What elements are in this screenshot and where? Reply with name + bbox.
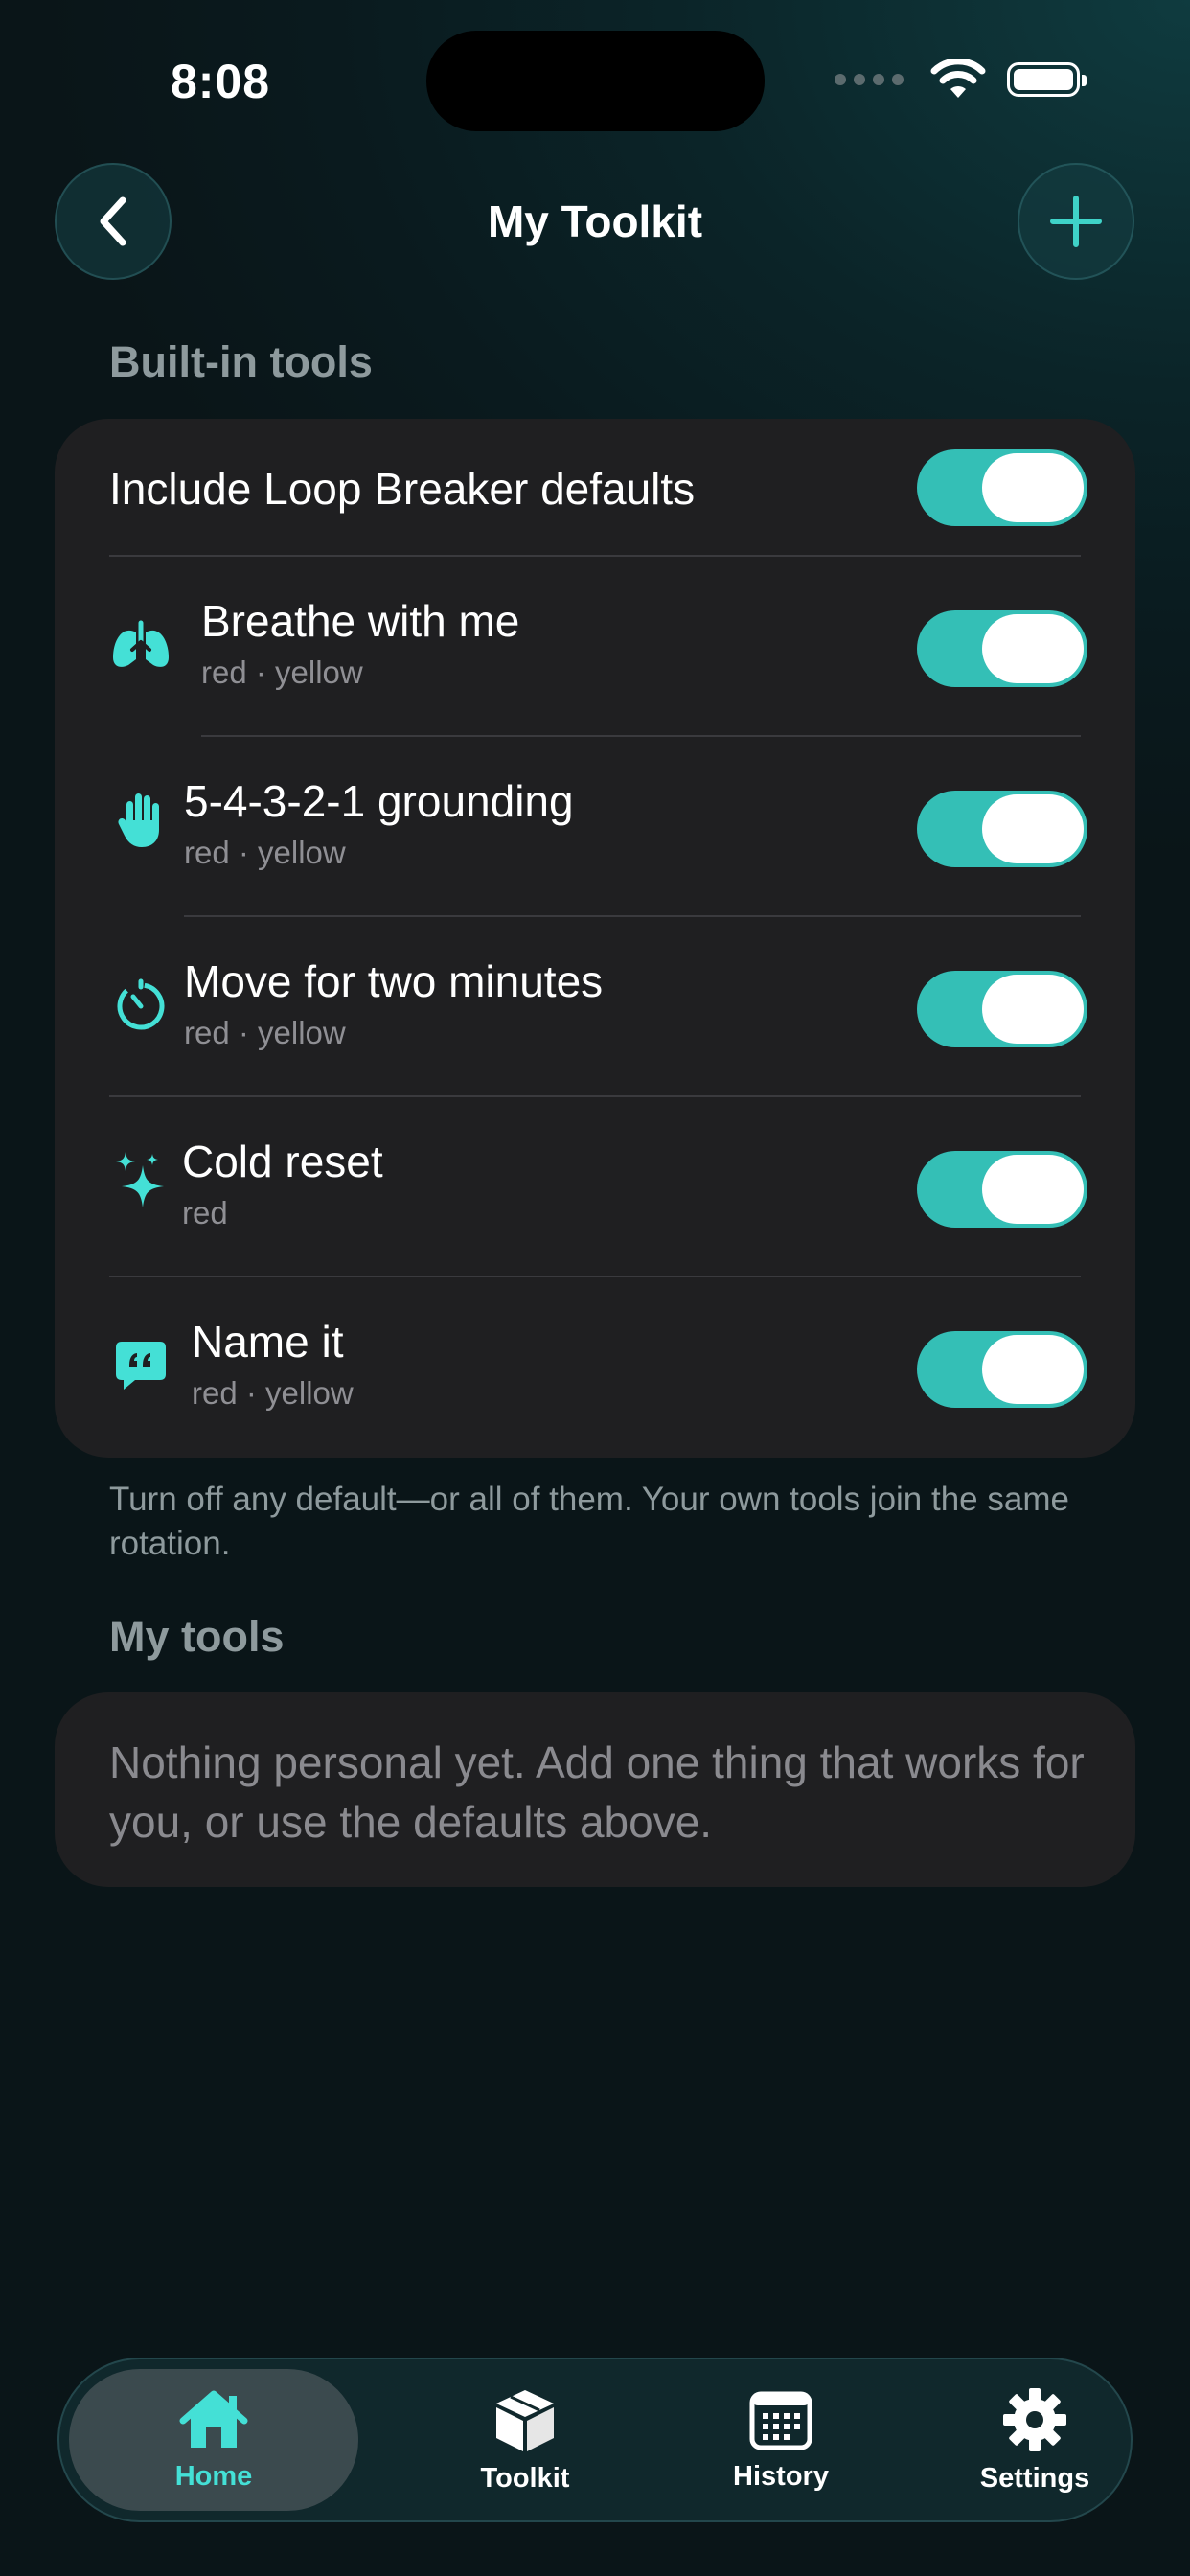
builtin-tools-card: Include Loop Breaker defaults Breathe wi… [55, 419, 1135, 1458]
builtin-section-title: Built-in tools [109, 337, 373, 386]
sparkle-icon [109, 1147, 172, 1210]
tab-label: Toolkit [480, 2462, 570, 2494]
tab-home[interactable]: Home [69, 2369, 358, 2511]
tab-label: History [733, 2460, 829, 2492]
tab-history[interactable]: History [647, 2359, 915, 2520]
tool-tags: red · yellow [184, 1015, 346, 1050]
tool-label: Cold reset [182, 1137, 383, 1186]
mytools-card: Nothing personal yet. Add one thing that… [55, 1692, 1135, 1887]
tool-toggle-switch[interactable] [917, 1331, 1087, 1408]
add-tool-button[interactable] [1018, 163, 1134, 280]
tab-label: Home [174, 2460, 253, 2492]
tool-row-cold-reset: Cold reset red [55, 1097, 1135, 1277]
status-time: 8:08 [171, 55, 271, 108]
plus-icon [1050, 196, 1102, 247]
quote-bubble-icon [109, 1333, 172, 1396]
master-toggle-label: Include Loop Breaker defaults [109, 464, 696, 514]
master-toggle-row: Include Loop Breaker defaults [55, 419, 1135, 555]
tool-toggle-switch[interactable] [917, 791, 1087, 867]
tool-label: Breathe with me [201, 596, 520, 646]
tab-bar: Home Toolkit History Settings [57, 2358, 1133, 2522]
dynamic-island [426, 31, 765, 131]
page-title: My Toolkit [487, 196, 703, 246]
battery-icon [1007, 62, 1087, 97]
status-bar: 8:08 [0, 0, 1190, 163]
home-icon [179, 2390, 248, 2448]
box-icon [496, 2389, 554, 2451]
calendar-icon [749, 2391, 812, 2450]
tool-row-move: Move for two minutes red · yellow [55, 917, 1135, 1097]
status-icons [835, 59, 1087, 100]
tool-row-breathe: Breathe with me red · yellow [55, 557, 1135, 737]
tab-label: Settings [979, 2462, 1090, 2494]
cellular-signal-icon [835, 74, 904, 85]
tool-label: Name it [192, 1317, 344, 1367]
tool-toggle-switch[interactable] [917, 1151, 1087, 1228]
tool-toggle-switch[interactable] [917, 610, 1087, 687]
tool-label: 5-4-3-2-1 grounding [184, 776, 574, 826]
tab-settings[interactable]: Settings [901, 2359, 1169, 2520]
mytools-empty-text: Nothing personal yet. Add one thing that… [109, 1737, 1085, 1847]
tool-label: Move for two minutes [184, 956, 604, 1006]
timer-icon [109, 973, 172, 1036]
gear-icon [1003, 2387, 1066, 2451]
tab-toolkit[interactable]: Toolkit [391, 2359, 659, 2520]
tool-tags: red [182, 1195, 228, 1230]
master-toggle-switch[interactable] [917, 449, 1087, 526]
tool-row-grounding: 5-4-3-2-1 grounding red · yellow [55, 737, 1135, 917]
tool-tags: red · yellow [201, 655, 363, 690]
lungs-icon [109, 614, 172, 678]
tool-toggle-switch[interactable] [917, 971, 1087, 1047]
nav-header: My Toolkit [0, 163, 1190, 283]
mytools-section-title: My tools [109, 1612, 285, 1661]
wifi-icon [930, 59, 986, 98]
tool-row-name-it: Name it red · yellow [55, 1277, 1135, 1458]
tool-tags: red · yellow [184, 835, 346, 870]
builtin-footnote: Turn off any default—or all of them. You… [109, 1481, 1069, 1562]
hand-icon [109, 787, 172, 850]
tool-tags: red · yellow [192, 1375, 354, 1411]
